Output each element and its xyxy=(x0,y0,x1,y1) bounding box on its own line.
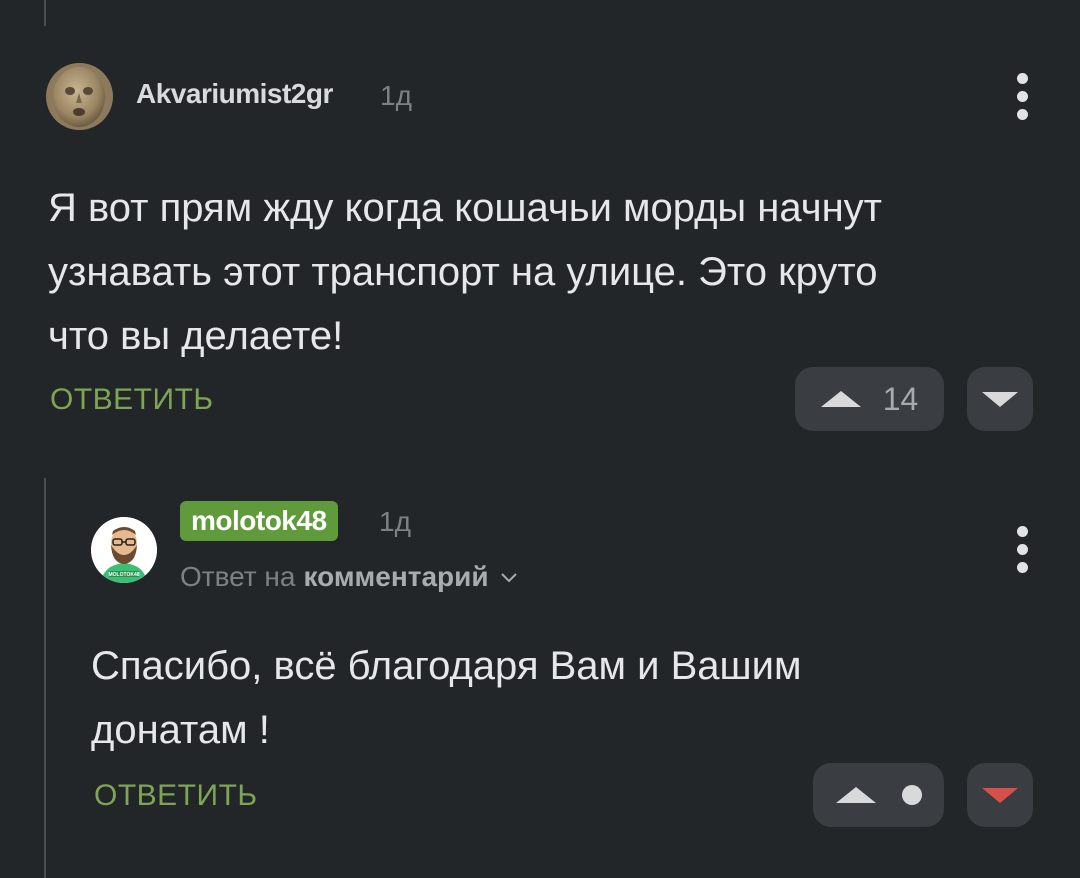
username-badge[interactable]: molotok48 xyxy=(180,501,338,541)
arrow-down-icon xyxy=(982,787,1018,803)
comment-line: донатам ! xyxy=(91,708,270,752)
timestamp: 1д xyxy=(380,80,412,111)
arrow-up-icon xyxy=(835,787,876,803)
avatar[interactable] xyxy=(46,63,113,130)
comment-line: что вы делаете! xyxy=(48,314,344,358)
vote-score: 14 xyxy=(882,380,919,417)
comment-body: Спасибо, всё благодаря Вам и Вашим донат… xyxy=(91,634,1031,762)
thread-line-top xyxy=(44,0,46,26)
arrow-down-icon xyxy=(982,391,1018,407)
comment-line: Я вот прям жду когда кошачьи морды начну… xyxy=(48,186,883,230)
upvote-button[interactable] xyxy=(813,763,944,827)
avatar[interactable]: MOLOTOK48 xyxy=(91,517,157,583)
arrow-up-icon xyxy=(820,391,861,407)
timestamp: 1д xyxy=(379,506,411,537)
more-options-icon[interactable] xyxy=(1015,73,1029,120)
reply-to-target: комментарий xyxy=(303,561,489,592)
thread-line-reply xyxy=(44,478,46,878)
comment-line: Спасибо, всё благодаря Вам и Вашим xyxy=(91,644,802,688)
downvote-button[interactable] xyxy=(967,367,1033,431)
comment-line: узнавать этот транспорт на улице. Это кр… xyxy=(48,250,878,294)
reply-button[interactable]: ОТВЕТИТЬ xyxy=(94,779,258,813)
downvote-button[interactable] xyxy=(967,763,1033,827)
avatar-shirt-text: MOLOTOK48 xyxy=(108,572,139,578)
more-options-icon[interactable] xyxy=(1015,526,1029,573)
chevron-down-icon xyxy=(500,573,517,583)
reply-button[interactable]: ОТВЕТИТЬ xyxy=(50,383,214,417)
username[interactable]: Akvariumist2gr xyxy=(136,78,333,110)
dot-icon xyxy=(901,785,922,805)
upvote-button[interactable]: 14 xyxy=(795,367,944,431)
comment-body: Я вот прям жду когда кошачьи морды начну… xyxy=(48,176,1038,368)
reply-to-link[interactable]: Ответ на комментарий xyxy=(180,561,519,593)
reply-to-prefix: Ответ на xyxy=(180,561,296,592)
